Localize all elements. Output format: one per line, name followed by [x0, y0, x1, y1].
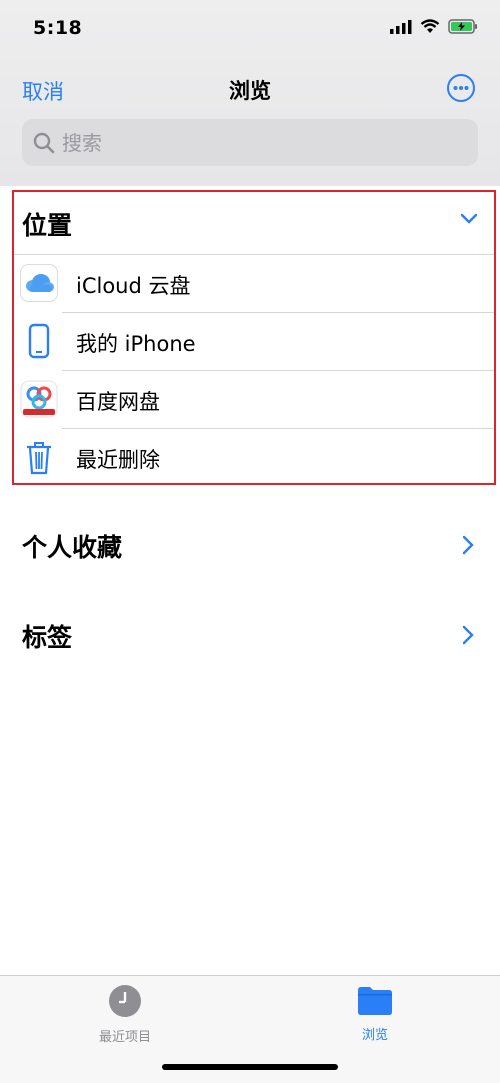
icloud-icon: [20, 264, 58, 302]
page-title: 浏览: [229, 79, 271, 103]
divider: [62, 370, 494, 371]
clock-icon: [109, 985, 141, 1017]
tab-browse[interactable]: 浏览: [315, 984, 435, 1043]
location-label: 我的 iPhone: [76, 332, 196, 356]
tab-label: 浏览: [361, 1028, 388, 1043]
cellular-signal-icon: [390, 19, 412, 34]
iphone-icon: [28, 323, 50, 359]
divider: [62, 312, 494, 313]
trash-icon: [27, 442, 51, 475]
location-item-my-iphone[interactable]: 我的 iPhone: [14, 312, 494, 370]
search-icon: [33, 132, 55, 153]
chevron-right-icon[interactable]: [462, 625, 474, 645]
location-item-baidu-netdisk[interactable]: 百度网盘: [14, 370, 494, 428]
status-icons: [390, 19, 478, 34]
locations-header[interactable]: 位置: [22, 206, 72, 242]
tab-label: 最近项目: [98, 1030, 151, 1045]
divider: [14, 254, 494, 255]
status-time: 5:18: [33, 17, 83, 39]
location-label: 最近删除: [76, 448, 160, 472]
chevron-right-icon[interactable]: [462, 535, 474, 555]
wifi-icon: [420, 19, 440, 33]
tab-recents[interactable]: 最近项目: [65, 984, 185, 1045]
baidu-netdisk-icon: [20, 380, 58, 418]
search-input[interactable]: [60, 129, 444, 156]
favorites-header[interactable]: 个人收藏: [22, 528, 122, 564]
location-item-icloud[interactable]: iCloud 云盘: [14, 254, 494, 312]
folder-icon: [358, 987, 392, 1015]
location-label: iCloud 云盘: [76, 274, 191, 298]
locations-section: 位置 iCloud 云盘 我的 iPhone 百度网盘 最近删除: [12, 190, 496, 485]
home-indicator: [162, 1064, 338, 1070]
location-label: 百度网盘: [76, 390, 160, 414]
chevron-down-icon[interactable]: [460, 212, 478, 226]
more-options-icon[interactable]: [446, 73, 476, 103]
navigation-header: 5:18 取消 浏览: [0, 0, 500, 186]
location-item-recently-deleted[interactable]: 最近删除: [14, 428, 494, 486]
search-bar[interactable]: [22, 119, 478, 166]
tags-header[interactable]: 标签: [22, 618, 72, 654]
battery-charging-icon: [448, 19, 477, 34]
divider: [62, 428, 494, 429]
